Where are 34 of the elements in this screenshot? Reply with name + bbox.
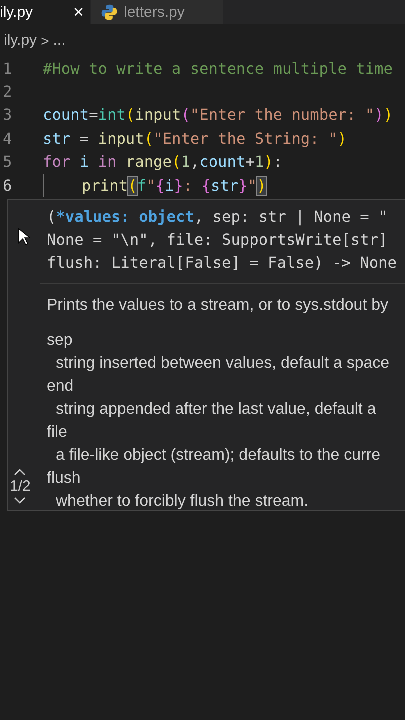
parameter-name: end xyxy=(47,377,74,398)
parameter-description: string appended after the last value, default a xyxy=(55,400,376,420)
code-line: #How to write a sentence multiple time xyxy=(43,60,393,78)
signature-line: flush: Literal[False] = False) -> None xyxy=(47,253,397,274)
code-line: str = input("Enter the String: ") xyxy=(43,130,347,148)
code-line: print(f"{i}: {str}") xyxy=(82,176,266,195)
description-text: Prints the values to a stream, or to sys.stdout by xyxy=(47,296,388,316)
code-line: count=int(input("Enter the number: ")) xyxy=(43,106,394,124)
parameter-description: whether to forcibly flush the stream. xyxy=(55,492,309,512)
signature-line: None = "\n", file: SupportsWrite[str] xyxy=(47,230,388,252)
breadcrumb-more[interactable]: ... xyxy=(53,32,66,49)
parameter-description: a file-like object (stream); defaults to the curre xyxy=(55,446,381,466)
breadcrumb-separator: > xyxy=(41,32,50,48)
line-number: 6 xyxy=(2,176,14,195)
line-number: 4 xyxy=(2,130,14,148)
editor-tab[interactable]: letters.py xyxy=(91,0,224,24)
parameter-name: flush xyxy=(47,469,81,490)
breadcrumb-file[interactable]: ily.py xyxy=(4,32,38,49)
line-number: 2 xyxy=(2,83,14,102)
signature-line: (*values: object, sep: str | None = " xyxy=(47,207,388,228)
code-line: for i in range(1,count+1): xyxy=(43,153,283,172)
chevron-down-icon[interactable] xyxy=(14,497,26,504)
line-number: 1 xyxy=(2,60,14,78)
chevron-up-icon[interactable] xyxy=(14,469,26,476)
editor-tab[interactable]: ily.py × xyxy=(0,0,91,24)
parameter-name: sep xyxy=(47,331,73,352)
line-number: 5 xyxy=(2,153,14,172)
parameter-name: file xyxy=(47,423,68,444)
mouse-cursor-icon xyxy=(18,228,30,246)
python-file-icon xyxy=(101,4,118,20)
parameter-description: string inserted between values, default a space xyxy=(55,354,390,374)
line-number: 3 xyxy=(2,106,14,124)
signature-counter: 1/2 xyxy=(10,478,31,496)
close-icon[interactable]: × xyxy=(73,2,84,22)
